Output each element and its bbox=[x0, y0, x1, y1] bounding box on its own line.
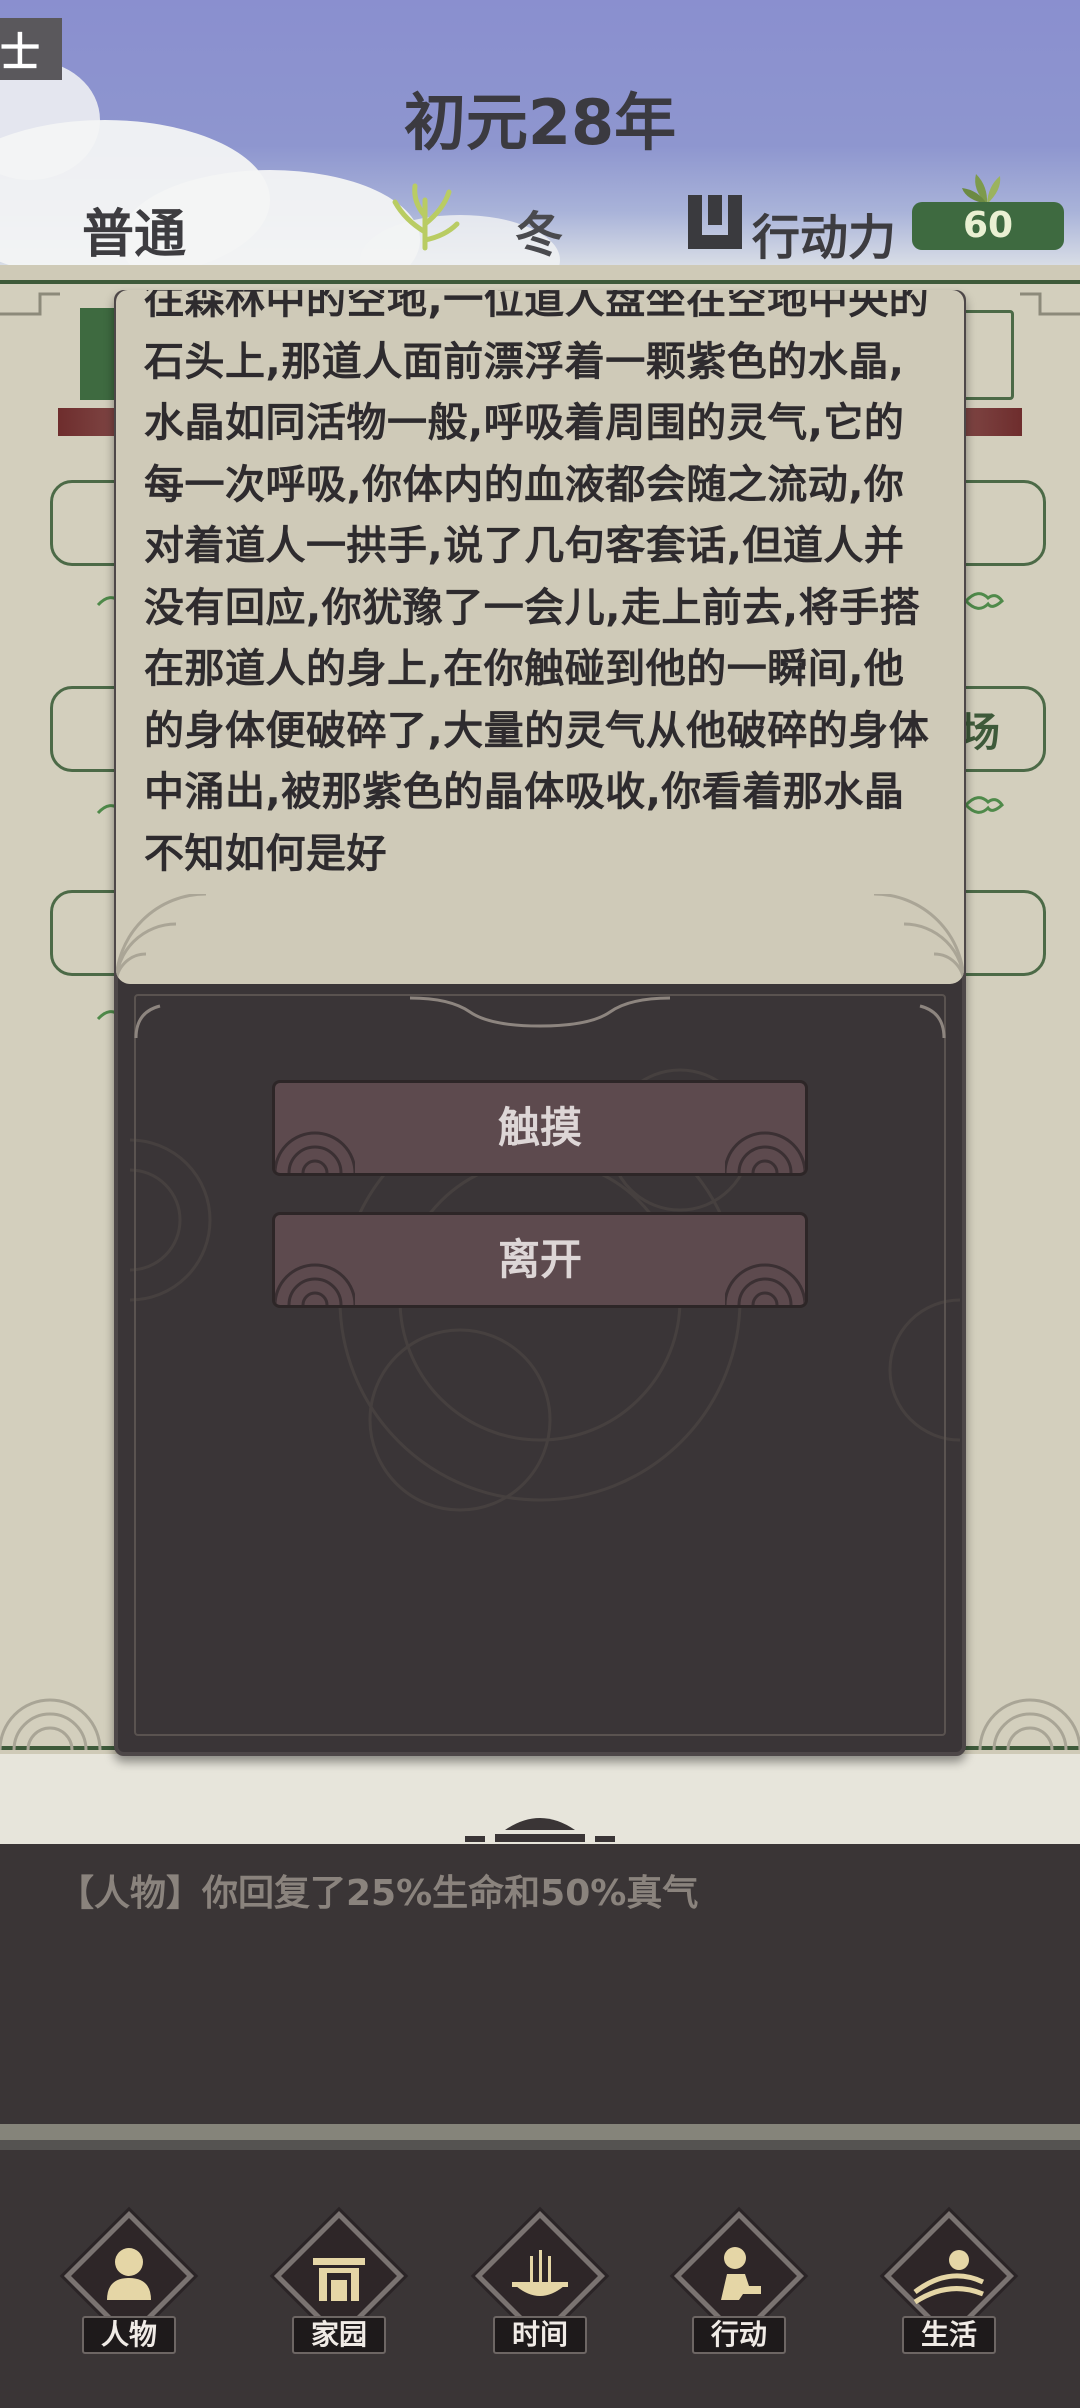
season-plant-icon bbox=[392, 183, 460, 251]
choice-leave-button[interactable]: 离开 bbox=[272, 1212, 808, 1308]
gate-icon bbox=[313, 2258, 365, 2301]
choice-leave-label: 离开 bbox=[497, 1235, 582, 1284]
person-icon bbox=[107, 2248, 151, 2300]
event-text-panel: 往森林中的空地,一位道人盘坐在空地中央的石头上,那道人面前漂浮着一颗紫色的水晶,… bbox=[116, 290, 964, 984]
event-description: 往森林中的空地,一位道人盘坐在空地中央的石头上,那道人面前漂浮着一颗紫色的水晶,… bbox=[144, 290, 930, 877]
nav-home-label: 家园 bbox=[292, 2316, 386, 2354]
top-status-bar: 士 初元28年 普通 冬 行动力 60 bbox=[0, 0, 1080, 265]
wave-ornament bbox=[873, 894, 964, 984]
bottom-navigation: 人物 家园 时间 行动 生活 bbox=[0, 2150, 1080, 2408]
background-tab-outline bbox=[960, 310, 1014, 400]
log-entry: 【人物】你回复了25%生命和50%真气 bbox=[58, 1873, 699, 1914]
year-title: 初元28年 bbox=[403, 86, 677, 159]
incense-icon bbox=[512, 2250, 568, 2296]
nav-time-label: 时间 bbox=[493, 2316, 587, 2354]
action-power-icon bbox=[688, 195, 742, 249]
choice-touch-label: 触摸 bbox=[497, 1103, 582, 1152]
swirl-decoration bbox=[888, 1298, 960, 1442]
action-icon bbox=[721, 2247, 761, 2300]
leaf-icon bbox=[964, 796, 1004, 814]
corner-ornament bbox=[134, 1004, 161, 1039]
log-separator bbox=[0, 2124, 1080, 2140]
corner-ornament bbox=[919, 1004, 946, 1039]
nav-action[interactable]: 行动 bbox=[664, 2210, 814, 2368]
dialog-ornament bbox=[410, 996, 670, 1028]
wave-ornament bbox=[725, 1263, 805, 1305]
leaf-icon bbox=[964, 592, 1004, 610]
wave-ornament bbox=[725, 1131, 805, 1173]
difficulty-label: 普通 bbox=[82, 205, 187, 265]
wave-ornament bbox=[116, 894, 207, 984]
nav-action-label: 行动 bbox=[692, 2316, 786, 2354]
corner-ornament bbox=[1020, 292, 1080, 316]
leaf-icon bbox=[962, 174, 1001, 204]
nav-person-label: 人物 bbox=[82, 2316, 176, 2354]
swirl-decoration bbox=[130, 1138, 212, 1302]
background-card-text: 场 bbox=[960, 710, 1000, 756]
corner-ornament bbox=[0, 292, 60, 316]
action-power-label: 行动力 bbox=[752, 210, 897, 265]
wave-ornament bbox=[275, 1131, 355, 1173]
nav-time[interactable]: 时间 bbox=[465, 2210, 615, 2368]
nav-home[interactable]: 家园 bbox=[264, 2210, 414, 2368]
choice-touch-button[interactable]: 触摸 bbox=[272, 1080, 808, 1176]
corner-tag[interactable]: 士 bbox=[0, 18, 62, 80]
pagoda-roof-icon[interactable] bbox=[465, 1808, 615, 1844]
message-log[interactable]: 【人物】你回复了25%生命和50%真气 bbox=[0, 1844, 1080, 2124]
wave-ornament bbox=[978, 1698, 1080, 1750]
field-icon bbox=[913, 2250, 985, 2305]
nav-person[interactable]: 人物 bbox=[54, 2210, 204, 2368]
nav-life[interactable]: 生活 bbox=[874, 2210, 1024, 2368]
season-label: 冬 bbox=[515, 207, 564, 263]
wave-ornament bbox=[0, 1698, 102, 1750]
action-power-value: 60 bbox=[912, 202, 1064, 250]
nav-life-label: 生活 bbox=[902, 2316, 996, 2354]
log-separator-shadow bbox=[0, 2140, 1080, 2150]
wave-ornament bbox=[275, 1263, 355, 1305]
